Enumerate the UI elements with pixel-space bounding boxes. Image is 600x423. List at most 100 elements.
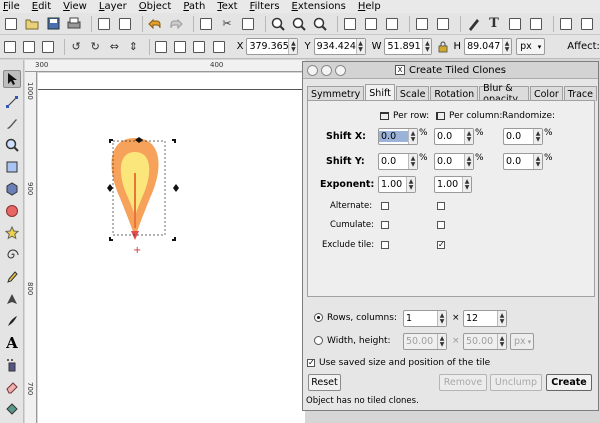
- spin-arrows[interactable]: ▲ ▼: [437, 334, 446, 349]
- rotate-ccw-icon[interactable]: ↺: [69, 39, 83, 55]
- exclude-tile-per-row-checkbox[interactable]: [381, 241, 389, 249]
- save-icon[interactable]: [45, 16, 61, 32]
- group-icon[interactable]: [414, 16, 430, 32]
- maximize-window-button[interactable]: [335, 65, 346, 76]
- shift-y-per-row[interactable]: 0.0 ▲ ▼: [378, 153, 418, 170]
- x-field[interactable]: 379.365 ▲ ▼: [246, 38, 299, 55]
- unit-select[interactable]: px ▾: [516, 38, 546, 55]
- open-icon[interactable]: [24, 16, 40, 32]
- spiral-tool-icon[interactable]: [3, 246, 21, 264]
- menu-object[interactable]: Object: [139, 1, 172, 12]
- tab-rotation[interactable]: Rotation: [430, 86, 479, 101]
- align-distribute-icon[interactable]: [528, 16, 544, 32]
- reset-button[interactable]: Reset: [308, 374, 341, 391]
- spin-arrows[interactable]: ▲ ▼: [408, 154, 417, 169]
- copy-icon[interactable]: [198, 16, 214, 32]
- alternate-per-row-checkbox[interactable]: [381, 202, 389, 210]
- lower-to-bottom-icon[interactable]: [212, 39, 226, 55]
- tab-shift[interactable]: Shift: [365, 84, 395, 101]
- spin-arrows[interactable]: ▲ ▼: [408, 129, 417, 144]
- rows-field[interactable]: 1 ▲ ▼: [403, 310, 447, 327]
- spin-arrows[interactable]: ▲ ▼: [533, 129, 542, 144]
- document-properties-icon[interactable]: [558, 16, 574, 32]
- selector-tool-icon[interactable]: [3, 70, 21, 88]
- spin-arrows[interactable]: ▲ ▼: [406, 177, 415, 192]
- menu-edit[interactable]: Edit: [32, 1, 51, 12]
- zoom-tool-icon[interactable]: [3, 136, 21, 154]
- ungroup-icon[interactable]: [435, 16, 451, 32]
- menu-text[interactable]: Text: [217, 1, 237, 12]
- select-all-icon[interactable]: [3, 39, 17, 55]
- rotate-cw-icon[interactable]: ↻: [88, 39, 102, 55]
- exponent-per-column[interactable]: 1.00 ▲ ▼: [434, 176, 472, 193]
- xml-editor-icon[interactable]: [507, 16, 523, 32]
- tab-color[interactable]: Color: [529, 86, 563, 101]
- cumulate-per-row-checkbox[interactable]: [381, 221, 389, 229]
- cut-icon[interactable]: ✂: [219, 16, 235, 32]
- remove-button[interactable]: Remove: [439, 374, 487, 391]
- pen-tool-icon[interactable]: [3, 290, 21, 308]
- alternate-per-column-checkbox[interactable]: [437, 202, 445, 210]
- calligraphy-tool-icon[interactable]: [3, 312, 21, 330]
- spin-arrows[interactable]: ▲ ▼: [288, 39, 298, 54]
- cumulate-per-column-checkbox[interactable]: [437, 221, 445, 229]
- raise-icon[interactable]: [173, 39, 187, 55]
- spin-arrows[interactable]: ▲ ▼: [502, 39, 512, 54]
- redo-icon[interactable]: [168, 16, 184, 32]
- shift-x-per-row[interactable]: 0.0 ▲ ▼: [378, 128, 418, 145]
- h-field[interactable]: 89.047 ▲ ▼: [464, 38, 513, 55]
- menu-layer[interactable]: Layer: [99, 1, 127, 12]
- shift-y-per-column[interactable]: 0.0 ▲ ▼: [434, 153, 474, 170]
- spin-arrows[interactable]: ▲ ▼: [462, 177, 471, 192]
- use-saved-checkbox[interactable]: ✓: [307, 359, 315, 367]
- width-field[interactable]: 50.00 ▲ ▼: [403, 333, 447, 350]
- rotation-center-icon[interactable]: +: [133, 245, 141, 256]
- lower-icon[interactable]: [192, 39, 206, 55]
- deselect-icon[interactable]: [41, 39, 55, 55]
- w-field[interactable]: 51.891 ▲ ▼: [384, 38, 433, 55]
- lock-icon[interactable]: [435, 39, 449, 55]
- width-height-radio[interactable]: [314, 336, 323, 345]
- export-icon[interactable]: [117, 16, 133, 32]
- print-icon[interactable]: [66, 16, 82, 32]
- spin-arrows[interactable]: ▲ ▼: [497, 311, 506, 326]
- spin-arrows[interactable]: ▲ ▼: [464, 154, 473, 169]
- zoom-drawing-icon[interactable]: [291, 16, 307, 32]
- spin-arrows[interactable]: ▲ ▼: [422, 39, 432, 54]
- flip-horizontal-icon[interactable]: ⇔: [107, 39, 121, 55]
- star-tool-icon[interactable]: [3, 224, 21, 242]
- eraser-tool-icon[interactable]: [3, 378, 21, 396]
- shift-x-per-column[interactable]: 0.0 ▲ ▼: [434, 128, 474, 145]
- spin-arrows[interactable]: ▲ ▼: [497, 334, 506, 349]
- rectangle-tool-icon[interactable]: [3, 158, 21, 176]
- raise-to-top-icon[interactable]: [154, 39, 168, 55]
- menu-filters[interactable]: Filters: [250, 1, 280, 12]
- tweak-tool-icon[interactable]: [3, 114, 21, 132]
- tab-blur-opacity[interactable]: Blur & opacity: [479, 83, 529, 105]
- clone-icon[interactable]: [363, 16, 379, 32]
- spray-tool-icon[interactable]: [3, 356, 21, 374]
- tab-symmetry[interactable]: Symmetry: [307, 86, 365, 101]
- paint-bucket-tool-icon[interactable]: [3, 400, 21, 418]
- tab-trace[interactable]: Trace: [563, 86, 597, 101]
- height-field[interactable]: 50.00 ▲ ▼: [463, 333, 507, 350]
- unlink-clone-icon[interactable]: [384, 16, 400, 32]
- spin-arrows[interactable]: ▲ ▼: [464, 129, 473, 144]
- duplicate-icon[interactable]: [342, 16, 358, 32]
- rows-columns-radio[interactable]: [314, 313, 323, 322]
- menu-view[interactable]: View: [63, 1, 87, 12]
- exponent-per-row[interactable]: 1.00 ▲ ▼: [378, 176, 416, 193]
- node-tool-icon[interactable]: [3, 93, 21, 111]
- menu-path[interactable]: Path: [183, 1, 205, 12]
- 3d-box-tool-icon[interactable]: [3, 180, 21, 198]
- columns-field[interactable]: 12 ▲ ▼: [463, 310, 507, 327]
- fill-stroke-icon[interactable]: [465, 16, 481, 32]
- ellipse-tool-icon[interactable]: [3, 202, 21, 220]
- undo-icon[interactable]: [147, 16, 163, 32]
- close-window-button[interactable]: [307, 65, 318, 76]
- tab-scale[interactable]: Scale: [395, 86, 430, 101]
- menu-file[interactable]: File: [3, 1, 20, 12]
- drawing-canvas[interactable]: +: [38, 73, 305, 423]
- select-all-layers-icon[interactable]: [22, 39, 36, 55]
- minimize-window-button[interactable]: [321, 65, 332, 76]
